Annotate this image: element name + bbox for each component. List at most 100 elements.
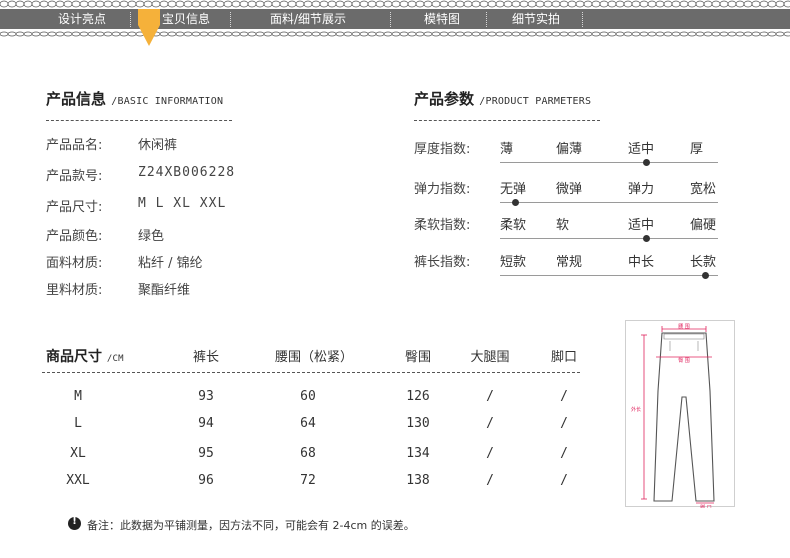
col-header-hem: 脚口 bbox=[550, 350, 577, 365]
param-option: 弹力 bbox=[628, 182, 655, 197]
table-cell: 60 bbox=[300, 389, 316, 404]
table-cell: 68 bbox=[300, 446, 316, 461]
param-option: 宽松 bbox=[690, 182, 717, 197]
param-scale-line bbox=[500, 162, 718, 163]
table-cell: 130 bbox=[406, 416, 430, 431]
param-option: 中长 bbox=[628, 255, 655, 270]
col-header-hip: 臀围 bbox=[404, 350, 431, 365]
product-params-subtitle: /PRODUCT PARMETERS bbox=[479, 96, 592, 107]
param-scale-line bbox=[500, 202, 718, 203]
param-label: 裤长指数: bbox=[414, 255, 471, 270]
product-info-heading: 产品信息 /BASIC INFORMATION bbox=[46, 88, 223, 109]
table-cell: 134 bbox=[406, 446, 430, 461]
nav-separator bbox=[130, 12, 131, 27]
table-cell: / bbox=[560, 389, 568, 404]
active-nav-marker-icon bbox=[138, 9, 160, 46]
diagram-label-length: 外长 bbox=[631, 406, 641, 413]
size-cell: M bbox=[74, 389, 82, 404]
nav-item-fabric-details[interactable]: 面料/细节展示 bbox=[270, 9, 346, 29]
size-cell: XXL bbox=[66, 473, 90, 488]
nav-item-detail-photos[interactable]: 细节实拍 bbox=[512, 9, 560, 29]
nav-separator bbox=[486, 12, 487, 27]
param-label: 柔软指数: bbox=[414, 218, 471, 233]
param-option: 短款 bbox=[500, 255, 527, 270]
param-label: 厚度指数: bbox=[414, 142, 471, 157]
product-info-title: 产品信息 bbox=[46, 90, 107, 108]
info-label: 里料材质: bbox=[46, 283, 103, 298]
info-label: 产品款号: bbox=[46, 169, 103, 184]
info-value: 绿色 bbox=[138, 229, 165, 244]
param-option: 无弹 bbox=[500, 182, 527, 197]
param-label: 弹力指数: bbox=[414, 182, 471, 197]
diagram-label-hip: 臀 围 bbox=[678, 358, 690, 364]
table-cell: 72 bbox=[300, 473, 316, 488]
col-header-waist: 腰围（松紧） bbox=[274, 350, 353, 365]
size-table-title: 商品尺寸 bbox=[46, 349, 102, 365]
nav-item-model-photos[interactable]: 模特图 bbox=[424, 9, 460, 29]
product-params-divider bbox=[414, 120, 600, 121]
col-header-length: 裤长 bbox=[192, 350, 219, 365]
param-option: 常规 bbox=[556, 255, 583, 270]
info-value: 休闲裤 bbox=[138, 138, 178, 153]
diagram-label-hem: 脚 口 bbox=[700, 504, 712, 508]
table-cell: 95 bbox=[198, 446, 214, 461]
table-cell: 138 bbox=[406, 473, 430, 488]
size-table-heading: 商品尺寸 /CM bbox=[46, 346, 124, 366]
top-chain-border bbox=[0, 0, 790, 8]
param-row: 弹力指数: 无弹 微弹 弹力 宽松 bbox=[414, 178, 724, 208]
size-table-unit: /CM bbox=[106, 354, 124, 364]
size-table-divider bbox=[42, 372, 580, 373]
top-nav-bar: 设计亮点 宝贝信息 面料/细节展示 模特图 细节实拍 bbox=[0, 9, 790, 29]
info-label: 产品品名: bbox=[46, 138, 103, 153]
product-info-divider bbox=[46, 120, 232, 121]
info-value: 聚酯纤维 bbox=[138, 283, 191, 298]
measurement-note: 备注：此数据为平铺测量，因方法不同，可能会有 2-4cm 的误差。 bbox=[87, 519, 415, 532]
nav-separator bbox=[390, 12, 391, 27]
table-cell: / bbox=[486, 416, 494, 431]
table-cell: / bbox=[486, 389, 494, 404]
param-scale-line bbox=[500, 238, 718, 239]
param-row: 柔软指数: 柔软 软 适中 偏硬 bbox=[414, 214, 724, 244]
table-cell: / bbox=[560, 446, 568, 461]
table-cell: / bbox=[486, 446, 494, 461]
info-label: 产品颜色: bbox=[46, 229, 103, 244]
pants-measurement-diagram: 腰 围 臀 围 外长 脚 口 bbox=[625, 320, 735, 511]
param-option: 软 bbox=[556, 218, 570, 233]
product-info-subtitle: /BASIC INFORMATION bbox=[111, 96, 224, 107]
param-indicator-dot bbox=[702, 272, 709, 279]
param-option: 偏薄 bbox=[556, 142, 583, 157]
info-value: M L XL XXL bbox=[138, 196, 227, 211]
nav-item-design-highlights[interactable]: 设计亮点 bbox=[58, 9, 106, 29]
col-header-thigh: 大腿围 bbox=[470, 350, 510, 365]
param-option: 微弹 bbox=[556, 182, 583, 197]
table-cell: / bbox=[560, 473, 568, 488]
table-cell: 94 bbox=[198, 416, 214, 431]
table-cell: 126 bbox=[406, 389, 430, 404]
table-cell: 64 bbox=[300, 416, 316, 431]
size-cell: XL bbox=[70, 446, 86, 461]
table-cell: / bbox=[560, 416, 568, 431]
param-option: 厚 bbox=[690, 142, 704, 157]
table-cell: / bbox=[486, 473, 494, 488]
param-indicator-dot bbox=[643, 235, 650, 242]
bottom-chain-border bbox=[0, 31, 790, 37]
param-option: 长款 bbox=[690, 255, 717, 270]
pants-outline-icon: 腰 围 臀 围 外长 脚 口 bbox=[631, 324, 715, 511]
nav-item-product-info[interactable]: 宝贝信息 bbox=[162, 9, 210, 29]
param-row: 裤长指数: 短款 常规 中长 长款 bbox=[414, 251, 724, 281]
table-cell: 93 bbox=[198, 389, 214, 404]
nav-separator bbox=[582, 12, 583, 27]
info-value: Z24XB006228 bbox=[138, 165, 236, 180]
param-row: 厚度指数: 薄 偏薄 适中 厚 bbox=[414, 138, 724, 168]
info-value: 粘纤 / 锦纶 bbox=[138, 256, 203, 271]
param-indicator-dot bbox=[643, 159, 650, 166]
param-indicator-dot bbox=[512, 199, 519, 206]
product-params-heading: 产品参数 /PRODUCT PARMETERS bbox=[414, 88, 591, 109]
table-cell: 96 bbox=[198, 473, 214, 488]
info-label: 面料材质: bbox=[46, 256, 103, 271]
param-option: 适中 bbox=[628, 142, 655, 157]
exclamation-icon bbox=[68, 516, 81, 530]
param-option: 适中 bbox=[628, 218, 655, 233]
info-label: 产品尺寸: bbox=[46, 200, 103, 215]
diagram-label-waist: 腰 围 bbox=[678, 324, 690, 330]
